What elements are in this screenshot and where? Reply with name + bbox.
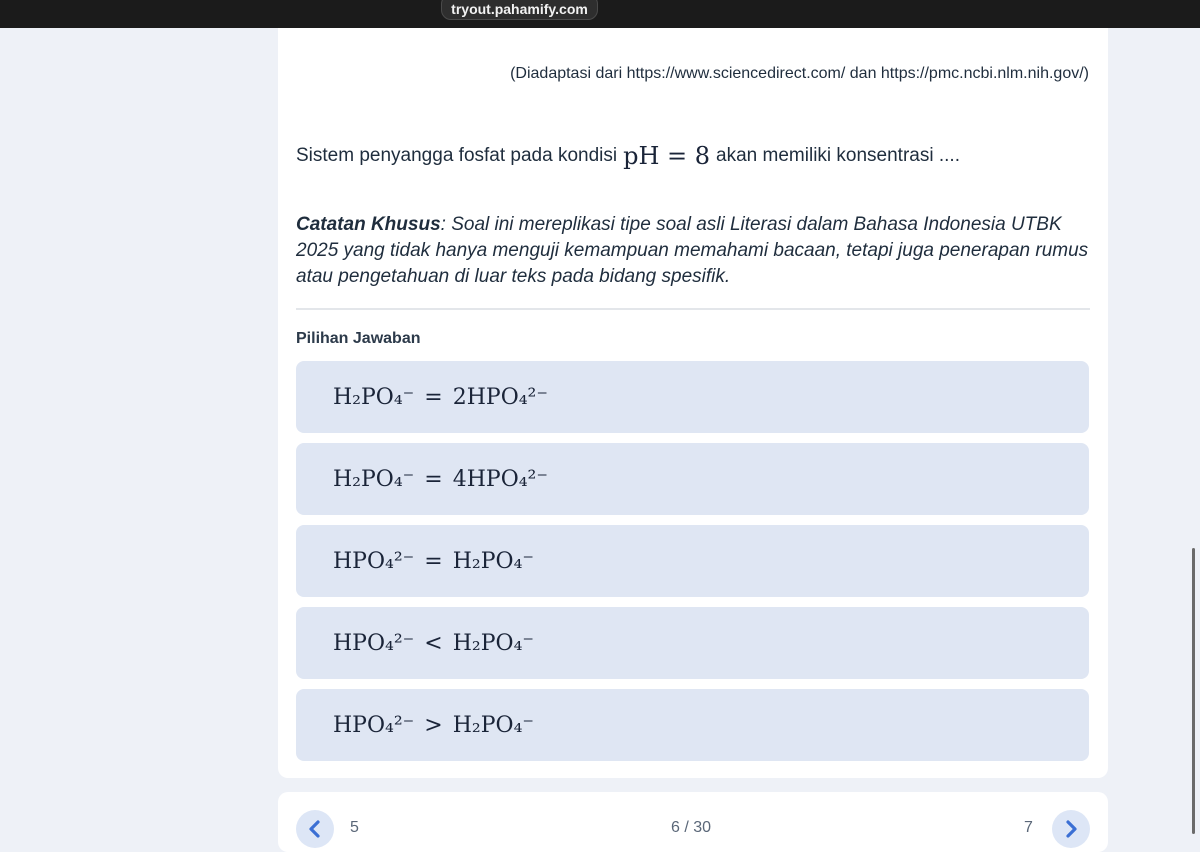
option-formula: HPO₄²⁻ = H₂PO₄⁻ [333,549,534,574]
divider [296,308,1090,310]
option-right: H₂PO₄⁻ [452,548,534,574]
next-question-number[interactable]: 7 [1024,819,1033,837]
prev-question-number[interactable]: 5 [350,819,359,837]
option-formula: HPO₄²⁻ > H₂PO₄⁻ [333,713,534,738]
option-right: H₂PO₄⁻ [452,712,534,738]
question-text: Sistem penyangga fosfat pada kondisi pH … [296,142,960,170]
note-label: Catatan Khusus [296,214,441,235]
option-left: HPO₄²⁻ [333,712,415,738]
question-before: Sistem penyangga fosfat pada kondisi [296,145,618,166]
answer-option-d[interactable]: HPO₄²⁻ < H₂PO₄⁻ [296,607,1089,679]
option-right: 2HPO₄²⁻ [452,384,548,410]
question-math: pH = 8 [623,142,711,170]
option-left: HPO₄²⁻ [333,630,415,656]
browser-top-bar: tryout.pahamify.com [0,0,1200,28]
url-bar[interactable]: tryout.pahamify.com [441,0,598,20]
next-question-button[interactable] [1052,810,1090,848]
option-left: HPO₄²⁻ [333,548,415,574]
chevron-left-icon [309,820,320,838]
option-left: H₂PO₄⁻ [333,466,415,492]
option-relation: = [424,466,443,492]
option-relation: = [424,548,443,574]
option-relation: > [424,712,443,738]
option-relation: = [424,384,443,410]
choices-label: Pilihan Jawaban [296,330,421,347]
option-left: H₂PO₄⁻ [333,384,415,410]
question-pagination: 5 6 / 30 7 [278,792,1108,852]
chevron-right-icon [1066,820,1077,838]
option-right: H₂PO₄⁻ [452,630,534,656]
option-formula: H₂PO₄⁻ = 4HPO₄²⁻ [333,467,548,492]
question-counter: 6 / 30 [671,819,712,836]
option-formula: HPO₄²⁻ < H₂PO₄⁻ [333,631,534,656]
answer-option-b[interactable]: H₂PO₄⁻ = 4HPO₄²⁻ [296,443,1089,515]
answer-option-c[interactable]: HPO₄²⁻ = H₂PO₄⁻ [296,525,1089,597]
option-right: 4HPO₄²⁻ [452,466,548,492]
option-formula: H₂PO₄⁻ = 2HPO₄²⁻ [333,385,548,410]
question-after: akan memiliki konsentrasi .... [716,145,960,166]
prev-question-button[interactable] [296,810,334,848]
source-note: (Diadaptasi dari https://www.sciencedire… [510,65,1089,82]
answer-option-a[interactable]: H₂PO₄⁻ = 2HPO₄²⁻ [296,361,1089,433]
answer-option-e[interactable]: HPO₄²⁻ > H₂PO₄⁻ [296,689,1089,761]
special-note: Catatan Khusus: Soal ini mereplikasi tip… [296,212,1096,290]
scrollbar-thumb[interactable] [1192,548,1195,834]
option-relation: < [424,630,443,656]
question-card: (Diadaptasi dari https://www.sciencedire… [278,28,1108,778]
